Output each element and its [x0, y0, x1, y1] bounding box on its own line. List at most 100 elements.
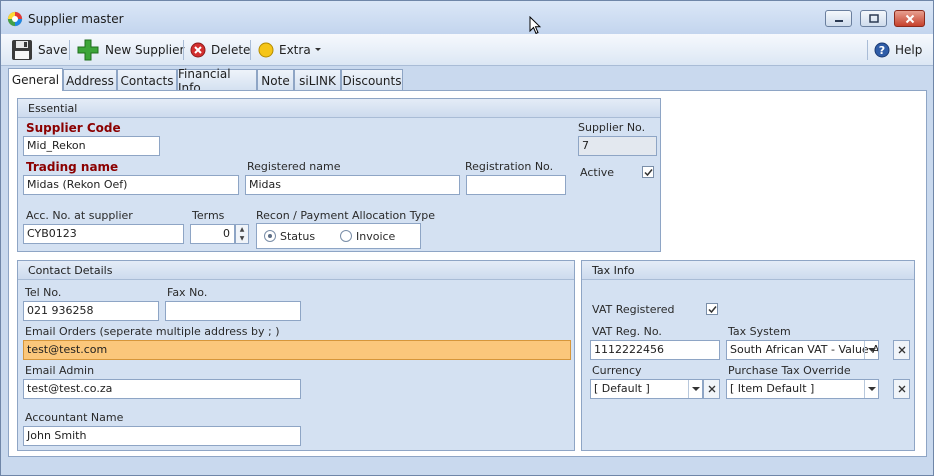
recon-label: Recon / Payment Allocation Type — [256, 209, 436, 222]
registered-name-label: Registered name — [247, 160, 341, 173]
currency-clear-button[interactable] — [703, 379, 720, 399]
clear-x-icon — [898, 346, 905, 354]
currency-select[interactable]: [ Default ] — [590, 379, 703, 399]
tax-system-value: South African VAT - Value A... — [730, 343, 879, 356]
yellow-circle-icon — [258, 42, 274, 58]
registration-no-label: Registration No. — [465, 160, 554, 173]
vat-reg-no-input[interactable]: 1112222456 — [590, 340, 720, 360]
close-icon — [905, 14, 914, 23]
extra-label: Extra — [279, 43, 311, 57]
chevron-down-icon[interactable] — [864, 380, 878, 398]
checkmark-icon — [643, 168, 653, 176]
purchase-tax-override-clear-button[interactable] — [893, 379, 910, 399]
plus-icon — [77, 39, 99, 61]
delete-icon — [190, 42, 206, 58]
window-title: Supplier master — [28, 12, 124, 26]
toolbar: Save New Supplier Delete Extra ? Help — [1, 34, 933, 66]
registration-no-input[interactable] — [466, 175, 566, 195]
spin-up-icon[interactable]: ▲ — [236, 225, 248, 234]
toolbar-separator — [183, 40, 184, 60]
acc-no-label: Acc. No. at supplier — [26, 209, 133, 222]
fax-no-label: Fax No. — [167, 286, 208, 299]
tab-financial-info[interactable]: Financial Info — [177, 67, 257, 95]
trading-name-label: Trading name — [26, 160, 119, 174]
terms-label: Terms — [192, 209, 225, 222]
email-admin-input[interactable]: test@test.co.za — [23, 379, 301, 399]
recon-status-radio[interactable] — [264, 230, 276, 242]
email-orders-input[interactable]: test@test.com — [23, 340, 571, 360]
registered-name-input[interactable]: Midas — [245, 175, 460, 195]
toolbar-separator — [69, 40, 70, 60]
accountant-name-label: Accountant Name — [25, 411, 124, 424]
toolbar-separator — [250, 40, 251, 60]
accountant-name-input[interactable]: John Smith — [23, 426, 301, 446]
title-bar[interactable]: Supplier master — [1, 1, 933, 35]
chevron-down-icon[interactable] — [688, 380, 702, 398]
mouse-cursor-icon — [529, 16, 541, 35]
email-orders-label: Email Orders (seperate multiple address … — [25, 325, 280, 338]
terms-input[interactable]: 0 — [190, 224, 235, 244]
tab-note[interactable]: Note — [257, 69, 294, 91]
purchase-tax-override-label: Purchase Tax Override — [728, 364, 851, 377]
help-label: Help — [895, 43, 923, 57]
app-logo-icon — [7, 11, 23, 27]
supplier-code-input[interactable]: Mid_Rekon — [23, 136, 160, 156]
currency-label: Currency — [592, 364, 642, 377]
checkmark-icon — [707, 305, 717, 313]
acc-no-input[interactable]: CYB0123 — [23, 224, 184, 244]
supplier-code-label: Supplier Code — [26, 121, 121, 135]
tab-contacts[interactable]: Contacts — [117, 69, 177, 91]
fax-no-input[interactable] — [165, 301, 301, 321]
vat-reg-no-label: VAT Reg. No. — [592, 325, 662, 338]
floppy-disk-icon — [12, 40, 32, 60]
tax-system-label: Tax System — [728, 325, 791, 338]
tel-no-input[interactable]: 021 936258 — [23, 301, 159, 321]
help-icon: ? — [874, 42, 890, 58]
purchase-tax-override-value: [ Item Default ] — [730, 382, 815, 395]
clear-x-icon — [898, 385, 905, 393]
active-checkbox[interactable] — [642, 166, 654, 178]
recon-invoice-radio[interactable] — [340, 230, 352, 242]
maximize-button[interactable] — [860, 10, 887, 27]
svg-text:?: ? — [879, 44, 885, 57]
tax-system-select[interactable]: South African VAT - Value A... — [726, 340, 879, 360]
recon-invoice-label: Invoice — [356, 230, 396, 243]
save-button[interactable]: Save — [11, 38, 67, 62]
email-admin-label: Email Admin — [25, 364, 95, 377]
vat-registered-checkbox[interactable] — [706, 303, 718, 315]
tab-general[interactable]: General — [8, 68, 63, 91]
trading-name-input[interactable]: Midas (Rekon Oef) — [23, 175, 239, 195]
supplier-no-label: Supplier No. — [578, 121, 646, 134]
purchase-tax-override-select[interactable]: [ Item Default ] — [726, 379, 879, 399]
essential-group: Essential Supplier Code Mid_Rekon Suppli… — [17, 98, 661, 252]
delete-label: Delete — [211, 43, 251, 57]
chevron-down-icon[interactable] — [864, 341, 878, 359]
chevron-down-icon — [314, 48, 321, 51]
tel-no-label: Tel No. — [25, 286, 62, 299]
tax-system-clear-button[interactable] — [893, 340, 910, 360]
tab-address[interactable]: Address — [63, 69, 117, 91]
terms-spinner[interactable]: ▲ ▼ — [235, 224, 249, 244]
spin-down-icon[interactable]: ▼ — [236, 234, 248, 243]
delete-button[interactable]: Delete — [190, 38, 250, 62]
extra-menu-button[interactable]: Extra — [258, 38, 322, 62]
new-supplier-button[interactable]: New Supplier — [76, 38, 184, 62]
maximize-icon — [868, 14, 879, 23]
recon-radio-group: Status Invoice — [256, 223, 421, 249]
contact-details-group: Contact Details Tel No. 021 936258 Fax N… — [17, 260, 575, 451]
tab-discounts[interactable]: Discounts — [341, 69, 403, 91]
save-label: Save — [38, 43, 68, 57]
help-button[interactable]: ? Help — [874, 38, 922, 62]
tab-silink[interactable]: siLINK — [294, 69, 341, 91]
close-button[interactable] — [894, 10, 925, 27]
minimize-button[interactable] — [825, 10, 852, 27]
minimize-icon — [834, 19, 843, 22]
general-tab-content: Essential Supplier Code Mid_Rekon Suppli… — [8, 90, 927, 457]
essential-group-header: Essential — [18, 99, 660, 118]
toolbar-separator — [867, 40, 868, 60]
contact-details-header: Contact Details — [18, 261, 574, 280]
tax-info-group: Tax Info VAT Registered VAT Reg. No. 111… — [581, 260, 915, 451]
supplier-master-window: Supplier master Save New Supplier Delete… — [0, 0, 934, 476]
clear-x-icon — [708, 385, 715, 393]
active-label: Active — [580, 166, 615, 179]
